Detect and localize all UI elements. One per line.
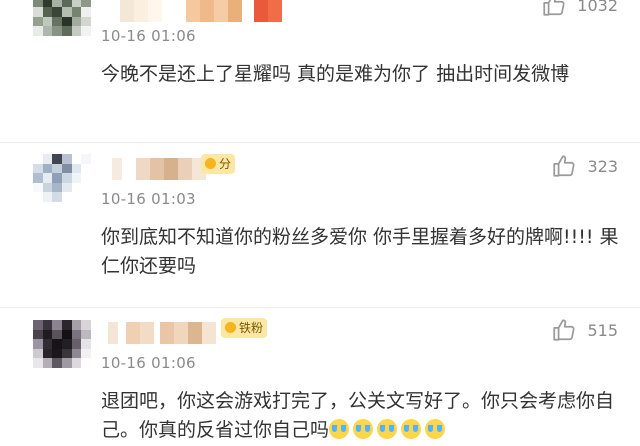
like-count: 515: [587, 320, 618, 340]
comment-timestamp: 10-16 01:06: [101, 27, 196, 45]
crying-face-icon: [425, 419, 446, 439]
username-pixelated[interactable]: [112, 158, 206, 180]
emoji-row: [329, 419, 449, 441]
thumbs-up-icon: [543, 0, 565, 16]
avatar[interactable]: [33, 0, 91, 36]
username-pixelated[interactable]: [108, 322, 216, 344]
avatar[interactable]: [33, 154, 91, 202]
crying-face-icon: [353, 419, 374, 439]
avatar[interactable]: [33, 320, 91, 368]
comment-timestamp: 10-16 01:03: [101, 190, 196, 208]
username-pixelated[interactable]: [120, 0, 282, 22]
like-button[interactable]: 1032: [541, 0, 618, 18]
like-button[interactable]: 323: [551, 153, 618, 179]
comment-text: 今晚不是还上了星耀吗 真的是难为你了 抽出时间发微博: [101, 63, 570, 85]
divider: [0, 307, 640, 308]
fan-badge: 分: [201, 154, 236, 174]
like-count: 1032: [577, 0, 618, 15]
crying-face-icon: [401, 419, 422, 439]
thumbs-up-icon: [553, 155, 575, 177]
thumbs-up-icon: [553, 319, 575, 341]
crying-face-icon: [377, 419, 398, 439]
like-button[interactable]: 515: [551, 317, 618, 343]
comment-text: 你到底知不知道你的粉丝多爱你 你手里握着多好的牌啊!!!! 果仁你还要吗: [101, 226, 619, 277]
comment-text: 退团吧，你这会游戏打完了，公关文写好了。你只会考虑你自己。你真的反省过你自己吗: [101, 387, 636, 445]
comment-timestamp: 10-16 01:06: [101, 354, 196, 372]
divider: [0, 142, 640, 143]
iron-fan-badge: 铁粉: [221, 318, 268, 338]
crying-face-icon: [329, 419, 350, 439]
like-count: 323: [587, 156, 618, 176]
